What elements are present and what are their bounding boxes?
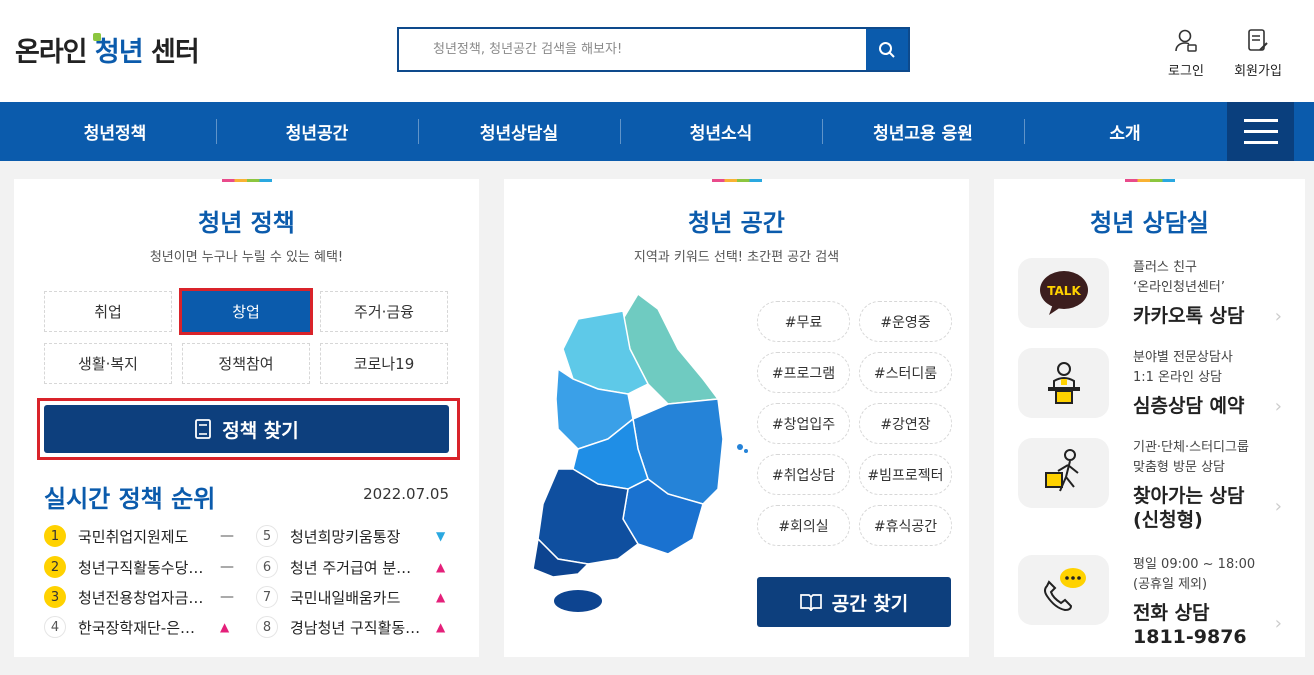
signup-link[interactable]: 회원가입 [1228, 28, 1288, 79]
search-icon [879, 41, 895, 58]
ranking-item[interactable]: 6 청년 주거급여 분… ▲ [256, 556, 450, 578]
nav-item-about[interactable]: 소개 [1024, 102, 1226, 161]
card-deco-bar [1124, 179, 1175, 182]
space-subtitle: 지역과 키워드 선택! 초간편 공간 검색 [633, 250, 840, 265]
trend-up-icon: ▲ [436, 590, 446, 604]
counsel-visit-label: 찾아가는 상담 [1133, 485, 1245, 507]
trend-up-icon: ▲ [436, 560, 446, 574]
hashtag-chip[interactable]: #휴식공간 [859, 505, 952, 546]
tag-life-welfare[interactable]: 생활·복지 [44, 343, 172, 384]
hashtag-chip[interactable]: #프로그램 [757, 352, 850, 393]
counsel-visit[interactable]: 기관·단체·스터디그룹 맞춤형 방문 상담 찾아가는 상담 (신청형) › [1018, 438, 1282, 538]
nav-item-counsel[interactable]: 청년상담실 [418, 102, 620, 161]
login-label: 로그인 [1168, 64, 1204, 79]
ranking-item[interactable]: 7 국민내일배움카드 ▲ [256, 586, 450, 608]
ranking-item[interactable]: 3 청년전용창업자금… — [44, 586, 234, 608]
korea-region-map[interactable] [518, 289, 758, 619]
site-logo[interactable]: 온라인 청년 센터 [15, 30, 200, 69]
nav-item-news[interactable]: 청년소식 [620, 102, 822, 161]
space-card: 청년 공간 지역과 키워드 선택! 초간편 공간 검색 #무료 #운영중 #프로… [504, 179, 969, 657]
hashtag-chip[interactable]: #무료 [757, 301, 850, 342]
trend-up-icon: ▲ [220, 620, 230, 634]
signup-form-icon [1248, 29, 1268, 51]
card-deco-bar [711, 179, 762, 182]
ranking-item[interactable]: 2 청년구직활동수당… — [44, 556, 234, 578]
chevron-right-icon: › [1274, 306, 1282, 327]
ranking-title: 실시간 정책 순위 [44, 485, 216, 513]
search-input[interactable] [399, 29, 869, 70]
ranking-item[interactable]: 1 국민취업지원제도 — [44, 525, 234, 547]
tag-employment[interactable]: 취업 [44, 291, 172, 332]
svg-text:TALK: TALK [1047, 284, 1081, 298]
trend-same-icon: — [220, 589, 234, 605]
counsel-phone[interactable]: 평일 09:00 ~ 18:00 (공휴일 제외) 전화 상담 1811-987… [1018, 555, 1282, 655]
find-space-label: 공간 찾기 [831, 592, 909, 615]
tag-covid19[interactable]: 코로나19 [320, 343, 448, 384]
ranking-item[interactable]: 5 청년희망키움통장 ▼ [256, 525, 450, 547]
find-policy-button[interactable]: 정책 찾기 [44, 405, 449, 453]
chevron-right-icon: › [1274, 396, 1282, 417]
trend-up-icon: ▲ [436, 620, 446, 634]
policy-card: 청년 정책 청년이면 누구나 누릴 수 있는 혜택! 취업 창업 주거·금융 생… [14, 179, 479, 657]
signup-label: 회원가입 [1234, 64, 1282, 79]
search-box [397, 27, 910, 72]
counsel-kakao-label: 카카오톡 상담 [1133, 305, 1245, 327]
counsel-phone-label: 전화 상담 [1133, 602, 1210, 624]
hashtag-chip[interactable]: #창업입주 [757, 403, 850, 444]
policy-subtitle: 청년이면 누구나 누릴 수 있는 혜택! [149, 250, 344, 265]
tag-participation[interactable]: 정책참여 [182, 343, 310, 384]
phone-number: 1811-9876 [1133, 626, 1247, 648]
trend-same-icon: — [220, 528, 234, 544]
counselor-icon [1018, 348, 1109, 418]
ranking-item[interactable]: 8 경남청년 구직활동… ▲ [256, 616, 450, 638]
chevron-right-icon: › [1274, 496, 1282, 517]
hashtag-chip[interactable]: #운영중 [859, 301, 952, 342]
book-icon [195, 419, 212, 439]
hashtag-chip[interactable]: #빔프로젝터 [859, 454, 952, 495]
hamburger-menu-button[interactable] [1227, 102, 1294, 161]
user-lock-icon [1175, 29, 1197, 52]
chevron-right-icon: › [1274, 613, 1282, 634]
hashtag-chip[interactable]: #스터디룸 [859, 352, 952, 393]
nav-item-employment[interactable]: 청년고용 응원 [822, 102, 1024, 161]
ranking-date: 2022.07.05 [363, 485, 449, 503]
policy-title: 청년 정책 [198, 209, 295, 237]
space-title: 청년 공간 [688, 209, 785, 237]
counsel-reservation-label: 심층상담 예약 [1133, 395, 1245, 417]
counsel-reservation[interactable]: 분야별 전문상담사 1:1 온라인 상담 심층상담 예약 › [1018, 348, 1282, 428]
counsel-kakao[interactable]: TALK 플러스 친구 ‘온라인청년센터’ 카카오톡 상담 › [1018, 258, 1282, 338]
open-book-icon [799, 594, 822, 611]
tag-housing-finance[interactable]: 주거·금융 [320, 291, 448, 332]
trend-down-icon: ▼ [436, 529, 446, 543]
login-link[interactable]: 로그인 [1156, 28, 1216, 79]
hashtag-chip[interactable]: #강연장 [859, 403, 952, 444]
find-space-button[interactable]: 공간 찾기 [757, 577, 951, 627]
highlight-box [179, 288, 313, 335]
nav-item-policy[interactable]: 청년정책 [14, 102, 216, 161]
visit-icon [1018, 438, 1109, 508]
main-nav: 청년정책 청년공간 청년상담실 청년소식 청년고용 응원 소개 [0, 102, 1314, 161]
trend-same-icon: — [220, 559, 234, 575]
ranking-item[interactable]: 4 한국장학재단-은… ▲ [44, 616, 234, 638]
header: 온라인 청년 센터 로그인 회원가입 [0, 0, 1314, 102]
card-deco-bar [221, 179, 272, 182]
hashtag-chip[interactable]: #회의실 [757, 505, 850, 546]
kakao-talk-icon: TALK [1018, 258, 1109, 328]
search-button[interactable] [866, 29, 908, 70]
counsel-title: 청년 상담실 [1090, 209, 1209, 237]
nav-item-space[interactable]: 청년공간 [216, 102, 418, 161]
counsel-card: 청년 상담실 TALK 플러스 친구 ‘온라인청년센터’ 카카오톡 상담 › 분… [994, 179, 1305, 657]
hashtag-chip[interactable]: #취업상담 [757, 454, 850, 495]
phone-icon [1018, 555, 1109, 625]
find-policy-label: 정책 찾기 [222, 419, 299, 442]
